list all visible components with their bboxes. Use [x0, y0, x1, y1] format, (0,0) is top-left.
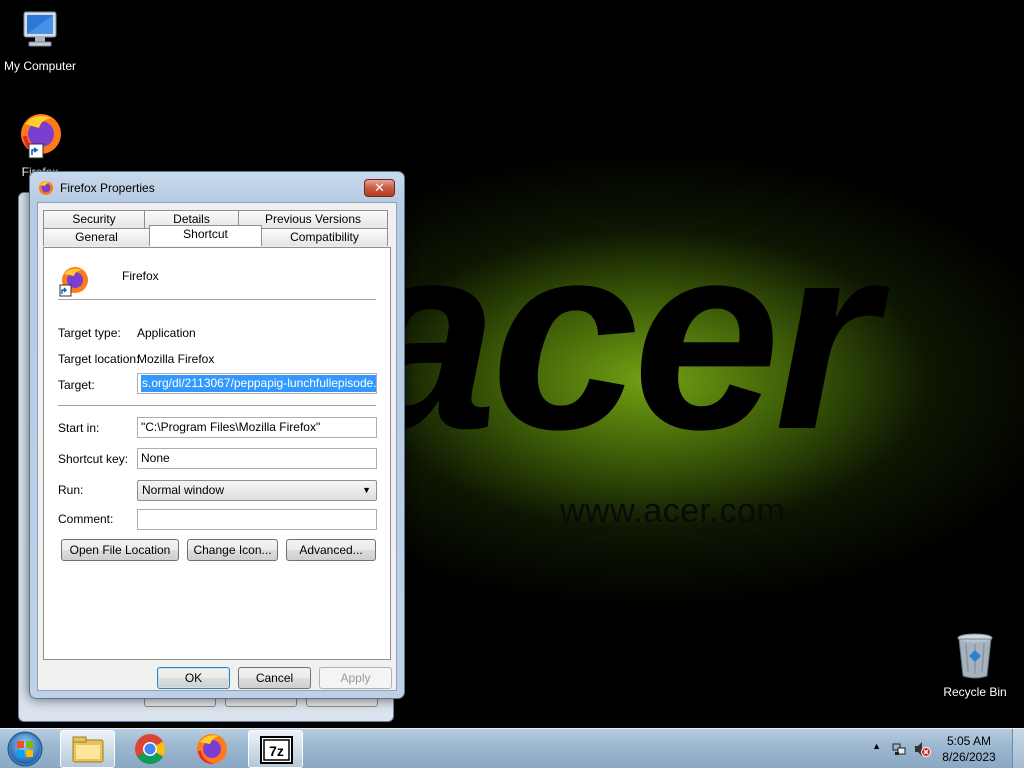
- show-desktop-button[interactable]: [1012, 729, 1024, 768]
- desktop-icon-my-computer[interactable]: My Computer: [0, 8, 80, 73]
- start-button[interactable]: [5, 730, 45, 768]
- desktop-icon-label: My Computer: [3, 59, 77, 73]
- taskbar-firefox-button[interactable]: [185, 730, 240, 768]
- shortcut-name: Firefox: [122, 269, 159, 283]
- action-center-icon[interactable]: [891, 741, 907, 757]
- computer-icon: [23, 11, 57, 47]
- tab-shortcut[interactable]: Shortcut: [149, 225, 262, 246]
- ok-button[interactable]: OK: [157, 667, 230, 689]
- taskbar-chrome-button[interactable]: [123, 730, 178, 768]
- chrome-icon: [135, 734, 166, 765]
- taskbar: 7z ▲ 5:05 AM 8/26/2023: [0, 728, 1024, 768]
- target-field[interactable]: s.org/dl/2113067/peppapig-lunchfullepiso…: [137, 373, 377, 394]
- close-button[interactable]: ✕: [364, 179, 395, 197]
- run-selected-value: Normal window: [142, 483, 225, 497]
- shortcut-tab-panel: Firefox Target type: Application Target …: [43, 247, 391, 660]
- target-type-value: Application: [137, 326, 196, 340]
- start-in-text: "C:\Program Files\Mozilla Firefox": [141, 420, 321, 434]
- explorer-icon: [72, 736, 104, 763]
- change-icon-button[interactable]: Change Icon...: [187, 539, 278, 561]
- separator: [58, 299, 376, 300]
- tab-general[interactable]: General: [43, 228, 150, 246]
- run-select[interactable]: Normal window ▼: [137, 480, 377, 501]
- desktop-icon-firefox[interactable]: Firefox: [0, 110, 80, 179]
- shortcut-key-field[interactable]: None: [137, 448, 377, 469]
- shortcut-key-text: None: [141, 451, 170, 465]
- taskbar-explorer-button[interactable]: [60, 730, 115, 768]
- tab-compatibility[interactable]: Compatibility: [261, 228, 388, 246]
- open-file-location-button[interactable]: Open File Location: [61, 539, 179, 561]
- dialog-client-area: Security Details Previous Versions Gener…: [37, 202, 397, 691]
- start-in-label: Start in:: [58, 421, 100, 435]
- firefox-icon: [21, 114, 61, 159]
- properties-dialog: Firefox Properties ✕ Security Details Pr…: [29, 171, 405, 699]
- acer-url: www.acer.com: [560, 492, 786, 530]
- close-icon: ✕: [374, 180, 385, 195]
- acer-logo: acer: [350, 189, 877, 485]
- clock-time: 5:05 AM: [946, 734, 992, 748]
- 7zip-icon: 7z: [260, 736, 293, 764]
- target-location-value: Mozilla Firefox: [137, 352, 215, 366]
- desktop-icon-label: Recycle Bin: [943, 685, 1007, 699]
- separator: [58, 405, 376, 406]
- tab-security[interactable]: Security: [43, 210, 145, 228]
- firefox-icon: [197, 734, 227, 764]
- target-type-label: Target type:: [58, 326, 121, 340]
- dropdown-arrow-icon: ▼: [362, 485, 371, 495]
- 7zip-label: 7z: [269, 743, 284, 759]
- volume-muted-icon[interactable]: [913, 740, 931, 758]
- start-in-field[interactable]: "C:\Program Files\Mozilla Firefox": [137, 417, 377, 438]
- desktop-icon-recycle-bin[interactable]: Recycle Bin: [935, 630, 1015, 699]
- dialog-title: Firefox Properties: [60, 181, 155, 195]
- shortcut-key-label: Shortcut key:: [58, 452, 129, 466]
- clock-date: 8/26/2023: [942, 750, 996, 764]
- apply-button[interactable]: Apply: [319, 667, 392, 689]
- target-label: Target:: [58, 378, 95, 392]
- cancel-button[interactable]: Cancel: [238, 667, 311, 689]
- taskbar-7zip-button[interactable]: 7z: [248, 730, 303, 768]
- comment-label: Comment:: [58, 512, 114, 526]
- windows-start-icon: [7, 731, 43, 767]
- target-text: s.org/dl/2113067/peppapig-lunchfullepiso…: [141, 375, 376, 392]
- target-location-label: Target location:: [58, 352, 140, 366]
- comment-field[interactable]: [137, 509, 377, 530]
- tray-expand-icon[interactable]: ▲: [872, 741, 881, 751]
- recycle-bin-icon: [957, 633, 993, 679]
- advanced-button[interactable]: Advanced...: [286, 539, 376, 561]
- run-label: Run:: [58, 483, 84, 497]
- firefox-icon: [59, 267, 88, 297]
- dialog-titlebar[interactable]: Firefox Properties ✕: [30, 172, 404, 202]
- taskbar-clock[interactable]: 5:05 AM 8/26/2023: [934, 733, 1004, 765]
- firefox-icon: [39, 181, 53, 195]
